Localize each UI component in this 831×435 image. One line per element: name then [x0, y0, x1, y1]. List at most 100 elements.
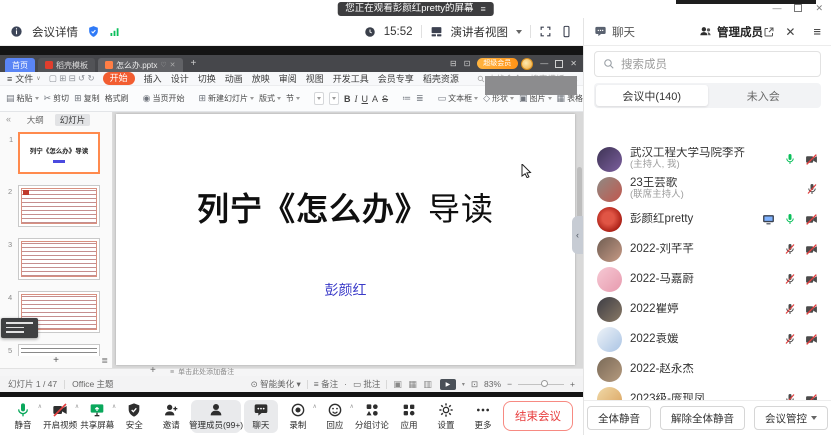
minimize-button[interactable]: — [772, 3, 781, 13]
layout-button[interactable]: 版式 [259, 93, 281, 104]
strikethrough-icon[interactable]: S [382, 94, 388, 104]
thumbnail-view-icon[interactable]: ≣ [101, 356, 108, 365]
mobile-device-icon[interactable] [560, 25, 573, 38]
zoom-slider-knob[interactable] [541, 380, 548, 387]
wps-tab-document[interactable]: 怎么办.pptx ♡ ✕ [98, 58, 183, 72]
fit-zoom-icon[interactable]: ⊡ [471, 379, 478, 390]
slide-thumbnail-3[interactable]: 3 [18, 238, 100, 280]
wps-close-icon[interactable]: ✕ [570, 59, 577, 68]
member-row[interactable]: 2023级-庞现凤 [584, 384, 831, 400]
mic-muted-icon[interactable] [784, 393, 796, 400]
close-window-button[interactable]: ✕ [815, 3, 823, 14]
panel-collapse-handle[interactable]: ‹ [572, 216, 583, 254]
meeting-details-link[interactable]: 会议详情 [32, 24, 78, 40]
slideshow-play-button[interactable]: ▶ [440, 379, 456, 390]
bold-icon[interactable]: B [344, 94, 351, 104]
member-row[interactable]: 2022瞿婷 [584, 294, 831, 324]
panel-menu-icon[interactable]: ≡ [813, 24, 821, 39]
split-view-icon[interactable]: ⊟ [450, 59, 457, 68]
share-options-caret[interactable]: ∧ [112, 403, 116, 410]
camera-off-icon[interactable] [805, 333, 818, 346]
mic-muted-icon[interactable] [784, 273, 796, 285]
popout-panel-icon[interactable] [763, 26, 775, 38]
reactions-options-caret[interactable]: ∧ [349, 403, 353, 410]
camera-off-icon[interactable] [805, 153, 818, 166]
menu-start[interactable]: 开始 [103, 72, 135, 85]
member-row[interactable]: 23王芸歌 (联席主持人) [584, 174, 831, 204]
add-slide-icon[interactable]: + [53, 355, 59, 366]
mic-muted-icon[interactable] [784, 333, 796, 345]
menu-design[interactable]: 设计 [171, 72, 189, 85]
screen-sharing-icon[interactable] [762, 213, 775, 226]
zoom-slider[interactable] [518, 384, 564, 385]
font-family-select[interactable] [314, 92, 324, 105]
member-row[interactable]: 2022-马嘉蔚 [584, 264, 831, 294]
mute-button[interactable]: 静音 ∧ [6, 400, 40, 433]
wps-maximize-icon[interactable] [555, 60, 563, 68]
file-menu[interactable]: ≡ 文件 ∨ [7, 72, 41, 85]
unmute-all-button[interactable]: 解除全体静音 [660, 406, 745, 430]
textbox-button[interactable]: ▭文本框 [438, 93, 479, 104]
zoom-out-icon[interactable]: − [507, 379, 512, 389]
breakout-rooms-button[interactable]: 分组讨论 [355, 400, 389, 433]
invite-button[interactable]: 邀请 [154, 400, 188, 433]
security-button[interactable]: 安全 [117, 400, 151, 433]
camera-off-icon[interactable] [805, 393, 818, 401]
mute-all-button[interactable]: 全体静音 [587, 406, 651, 430]
vip-membership-button[interactable]: 超级会员 [477, 58, 518, 69]
tab-manage-members[interactable]: 管理成员 [699, 24, 763, 40]
mic-on-icon[interactable] [784, 213, 796, 225]
mic-muted-icon[interactable] [784, 303, 796, 315]
menu-devtools[interactable]: 开发工具 [333, 72, 369, 85]
member-search-input[interactable]: 搜索成员 [594, 51, 821, 77]
wps-account-avatar[interactable] [521, 58, 533, 70]
reactions-button[interactable]: 回应 ∧ [318, 400, 352, 433]
menu-review[interactable]: 审阅 [279, 72, 297, 85]
play-from-current-button[interactable]: ◉当页开始 [143, 93, 185, 104]
bullet-list-icon[interactable]: ≔ [402, 93, 411, 104]
maximize-button[interactable] [794, 4, 802, 12]
slide-thumbnail-2[interactable]: 2 [18, 185, 100, 227]
notes-bar[interactable]: + ≡单击此处添加备注 [0, 368, 583, 376]
manage-members-button[interactable]: 管理成员(99+) [191, 400, 241, 433]
italic-icon[interactable]: I [355, 94, 358, 104]
new-tab-button[interactable]: + [186, 58, 202, 69]
view-mode-selector[interactable]: 演讲者视图 [451, 24, 509, 40]
camera-off-icon[interactable] [805, 273, 818, 286]
new-slide-plus-icon[interactable]: + [150, 367, 156, 375]
font-color-icon[interactable]: A [372, 94, 378, 104]
cut-button[interactable]: ✂剪切 [44, 93, 70, 104]
menu-slideshow[interactable]: 放映 [252, 72, 270, 85]
zoom-in-icon[interactable]: + [570, 379, 575, 389]
tab-not-joined[interactable]: 未入会 [708, 85, 820, 106]
end-meeting-button[interactable]: 结束会议 [503, 401, 573, 431]
more-button[interactable]: 更多 [466, 400, 500, 433]
wps-minimize-icon[interactable]: — [540, 59, 548, 68]
menu-vip[interactable]: 会员专享 [378, 72, 414, 85]
member-row[interactable]: 武汉工程大学马院李齐 (主持人, 我) [584, 144, 831, 174]
mic-muted-icon[interactable] [806, 183, 818, 195]
menu-docer-resources[interactable]: 稻壳资源 [423, 72, 459, 85]
video-options-caret[interactable]: ∧ [75, 403, 79, 410]
close-doc-icon[interactable]: ✕ [170, 61, 176, 69]
mute-options-caret[interactable]: ∧ [38, 403, 42, 410]
new-slide-button[interactable]: ⊞新建幻灯片 [198, 93, 254, 104]
network-signal-icon[interactable] [109, 26, 121, 38]
wps-tab-home[interactable]: 首页 [5, 58, 35, 72]
smart-beautify-button[interactable]: ⊙ 智能美化 ▾ [251, 378, 301, 390]
slides-tab[interactable]: 幻灯片 [55, 114, 91, 126]
window-layout-icon[interactable]: ⊡ [464, 59, 471, 68]
font-size-select[interactable] [329, 92, 339, 105]
notes-toggle[interactable]: ≡ 备注 [314, 378, 338, 390]
paste-button[interactable]: ▤粘贴 [6, 93, 39, 104]
camera-off-icon[interactable] [805, 213, 818, 226]
quick-access-toolbar[interactable]: ▢ ⊞ ⊟ ↺ ↻ [49, 73, 95, 84]
member-row[interactable]: 彭颜红pretty [584, 204, 831, 234]
menu-insert[interactable]: 插入 [144, 72, 162, 85]
start-video-button[interactable]: 开启视频 ∧ [43, 400, 77, 433]
settings-button[interactable]: 设置 [429, 400, 463, 433]
format-painter-button[interactable]: 格式刷 [105, 93, 129, 104]
underline-icon[interactable]: U [362, 94, 369, 104]
watching-banner[interactable]: 您正在观看彭颜红pretty的屏幕 ≡ [337, 2, 494, 16]
menu-view[interactable]: 视图 [306, 72, 324, 85]
